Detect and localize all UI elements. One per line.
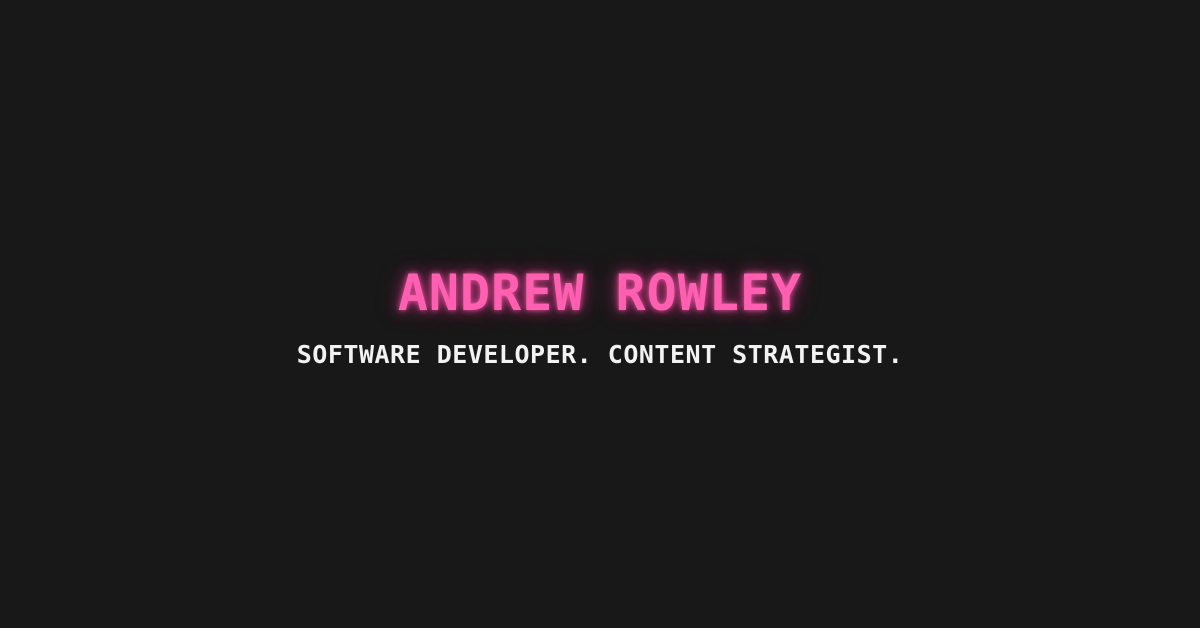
tagline: SOFTWARE DEVELOPER. CONTENT STRATEGIST. — [296, 340, 904, 369]
name-heading: ANDREW ROWLEY — [397, 264, 803, 322]
social-card: ANDREW ROWLEY SOFTWARE DEVELOPER. CONTEN… — [0, 0, 1200, 628]
